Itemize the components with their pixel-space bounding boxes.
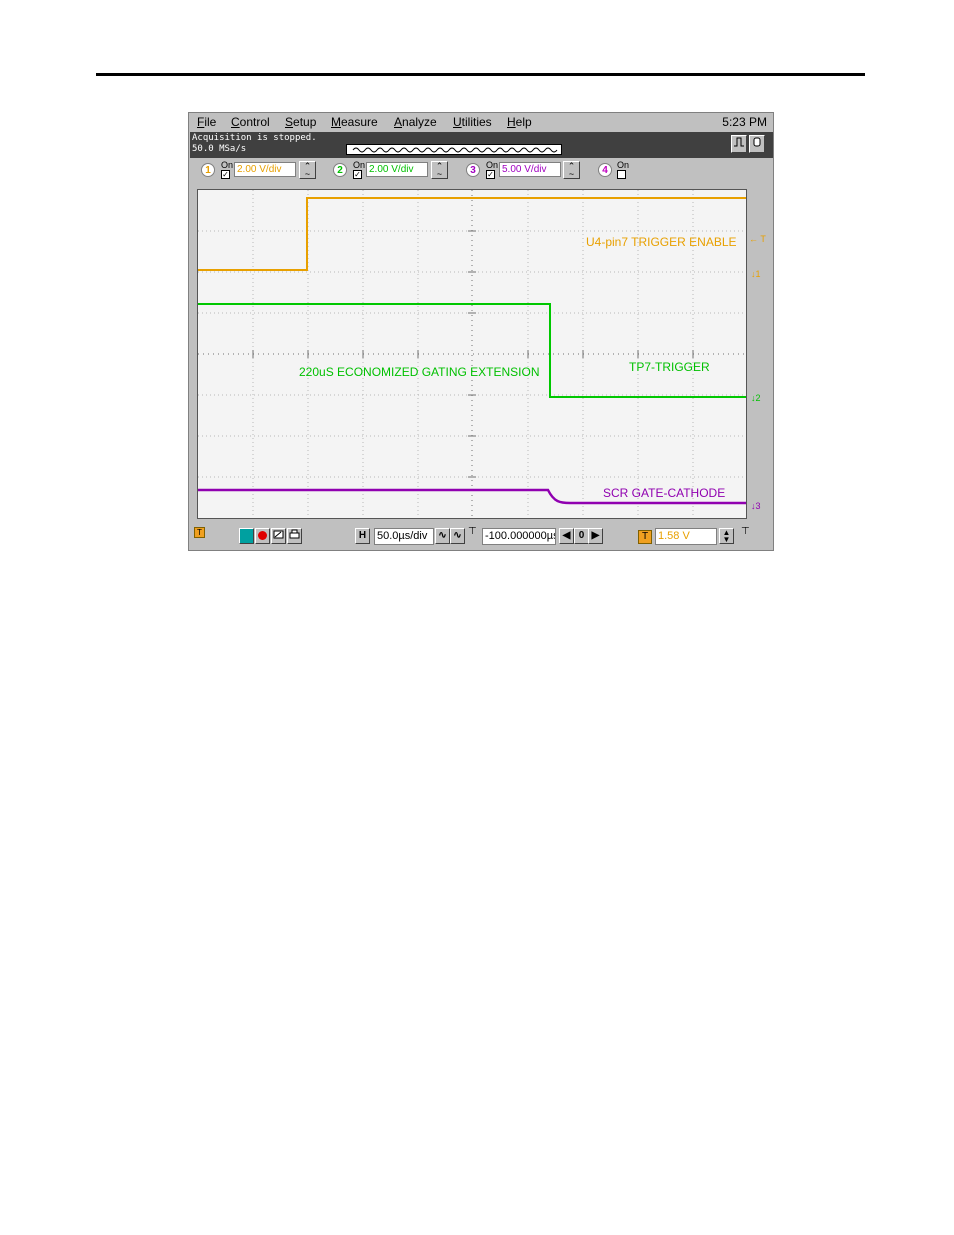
gating-extension-annotation: 220uS ECONOMIZED GATING EXTENSION [299, 365, 540, 379]
channel-2-scale-field[interactable]: 2.00 V/div [366, 162, 428, 177]
run-button[interactable] [239, 528, 254, 544]
menu-file[interactable]: File [197, 115, 216, 129]
timebase-field[interactable]: 50.0µs/div [374, 528, 434, 545]
channel-2-ground-marker: ↓2 [751, 393, 761, 403]
menu-control[interactable]: Control [231, 115, 270, 129]
printer-icon [289, 529, 300, 539]
stop-button[interactable] [255, 528, 270, 544]
trigger-level-field[interactable]: 1.58 V [655, 528, 717, 545]
trigger-position-icon: T [194, 527, 205, 538]
channel-2-on-checkbox[interactable]: ✓ [353, 170, 362, 179]
stop-icon [258, 531, 267, 540]
delay-right-button[interactable]: ▶ [588, 528, 603, 544]
channel-1-scale-stepper[interactable]: ⌃ ~ [299, 161, 316, 179]
oscilloscope-window: File Control Setup Measure Analyze Utili… [188, 112, 774, 551]
timebase-fine-button[interactable]: ∿ [435, 528, 450, 544]
menu-help[interactable]: Help [507, 115, 532, 129]
acquisition-status: Acquisition is stopped. [192, 133, 317, 143]
delay-zero-button[interactable]: 0 [574, 528, 589, 544]
channel-3-on-checkbox[interactable]: ✓ [486, 170, 495, 179]
clock: 5:23 PM [722, 115, 767, 129]
memory-waveform-icon [352, 147, 558, 153]
delay-reference-icon: ⊤ [468, 526, 477, 537]
single-acquire-icon [273, 530, 284, 539]
channel-2-on-label: On [353, 160, 366, 170]
sample-rate: 50.0 MSa/s [192, 144, 247, 154]
acquisition-status-panel: Acquisition is stopped. 50.0 MSa/s [190, 132, 773, 158]
channel-3-ground-marker: ↓3 [751, 501, 761, 511]
channel-1-ground-marker: ↓1 [751, 269, 761, 279]
channel-3-trace-label: SCR GATE-CATHODE [603, 486, 726, 500]
channel-2-button[interactable]: 2 [333, 163, 347, 177]
timebase-stepper[interactable]: ∿ [450, 528, 465, 544]
menu-utilities[interactable]: Utilities [453, 115, 492, 129]
channel-4-button[interactable]: 4 [598, 163, 612, 177]
channel-3-on-label: On [486, 160, 499, 170]
delay-field[interactable]: -100.000000µs [482, 528, 556, 545]
channel-controls: 1 On ✓ 2.00 V/div ⌃ ~ 2 On ✓ 2.00 V/div ⌃… [189, 158, 773, 186]
waveform-display: U4-pin7 TRIGGER ENABLE TP7-TRIGGER 220uS… [197, 189, 747, 519]
menu-analyze[interactable]: Analyze [394, 115, 437, 129]
channel-2-scale-stepper[interactable]: ⌃ ~ [431, 161, 448, 179]
channel-3-scale-stepper[interactable]: ⌃ ~ [563, 161, 580, 179]
trigger-button[interactable]: T [638, 530, 652, 544]
trigger-reference-icon: ⊤ [741, 526, 750, 537]
mouse-mode-button[interactable] [749, 135, 765, 153]
hand-icon [753, 137, 761, 147]
channel-1-scale-field[interactable]: 2.00 V/div [234, 162, 296, 177]
channel-4-on-checkbox[interactable] [617, 170, 626, 179]
channel-1-trace [198, 197, 746, 271]
timebase-controls: T H 50.0µs/div ∿ ∿ ⊤ -100.000000µs ◀ 0 ▶… [189, 525, 773, 550]
channel-2-trace-label: TP7-TRIGGER [629, 360, 710, 374]
delay-left-button[interactable]: ◀ [559, 528, 574, 544]
print-button[interactable] [287, 528, 302, 544]
channel-1-on-checkbox[interactable]: ✓ [221, 170, 230, 179]
menu-bar: File Control Setup Measure Analyze Utili… [189, 113, 773, 132]
channel-3-scale-field[interactable]: 5.00 V/div [499, 162, 561, 177]
channel-1-trace-label: U4-pin7 TRIGGER ENABLE [586, 235, 737, 249]
acquisition-memory-bar [346, 144, 562, 155]
channel-3-button[interactable]: 3 [466, 163, 480, 177]
channel-1-on-label: On [221, 160, 234, 170]
page-top-rule [96, 73, 865, 76]
pulse-mode-button[interactable] [731, 135, 747, 153]
pulse-icon [734, 137, 744, 147]
channel-4-on-label: On [617, 160, 630, 170]
trigger-level-marker: ← T [749, 234, 766, 244]
single-button[interactable] [271, 528, 286, 544]
channel-1-button[interactable]: 1 [201, 163, 215, 177]
menu-setup[interactable]: Setup [285, 115, 316, 129]
horizontal-button[interactable]: H [355, 528, 370, 544]
trigger-level-stepper[interactable]: ▲ ▼ [719, 528, 734, 544]
menu-measure[interactable]: Measure [331, 115, 378, 129]
